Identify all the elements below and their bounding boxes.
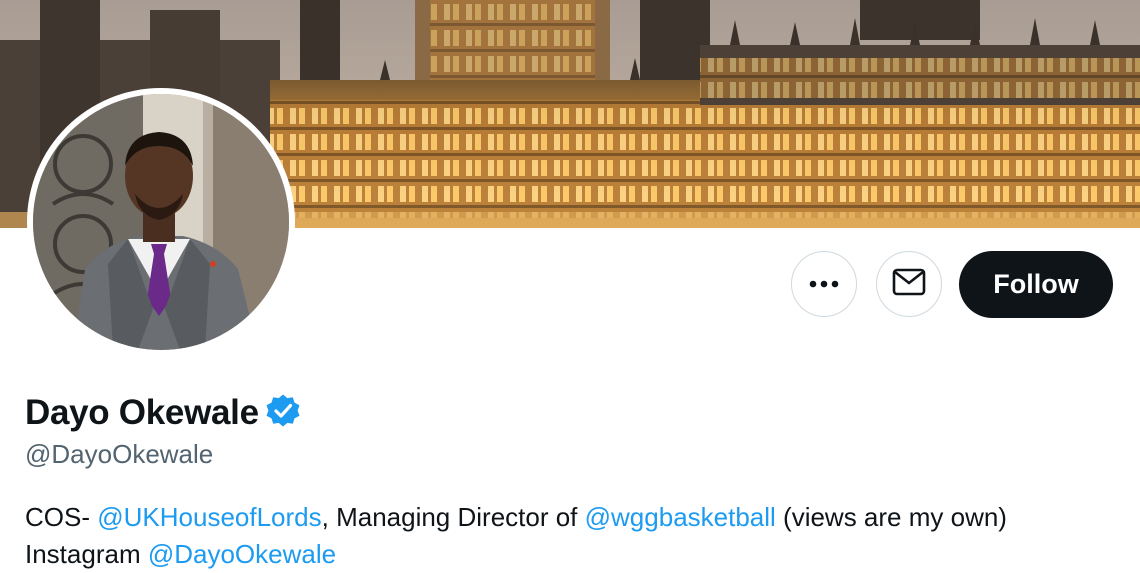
mention-link[interactable]: @wggbasketball [585, 502, 776, 532]
avatar-image [33, 94, 289, 350]
message-button[interactable] [876, 251, 942, 317]
ellipsis-icon [809, 275, 839, 293]
more-options-button[interactable] [791, 251, 857, 317]
verified-badge-icon[interactable] [265, 393, 301, 434]
avatar-frame [27, 88, 295, 356]
mention-link[interactable]: @DayoOkewale [148, 539, 336, 569]
bio-line-2: Instagram @DayoOkewale [25, 536, 1125, 573]
avatar[interactable] [33, 94, 289, 350]
display-name: Dayo Okewale [25, 393, 259, 432]
mention-link[interactable]: @UKHouseofLords [97, 502, 321, 532]
bio-text: , Managing Director of [321, 502, 585, 532]
bio-text: (views are my own) [775, 502, 1007, 532]
profile-handle: @DayoOkewale [25, 439, 214, 469]
profile-bio: COS- @UKHouseofLords, Managing Director … [25, 499, 1125, 573]
name-row: Dayo Okewale [25, 392, 301, 434]
bio-text: COS- [25, 502, 98, 532]
envelope-icon [892, 268, 926, 301]
follow-button[interactable]: Follow [959, 251, 1113, 318]
bio-text: Instagram [25, 539, 148, 569]
bio-line-1: COS- @UKHouseofLords, Managing Director … [25, 499, 1125, 536]
